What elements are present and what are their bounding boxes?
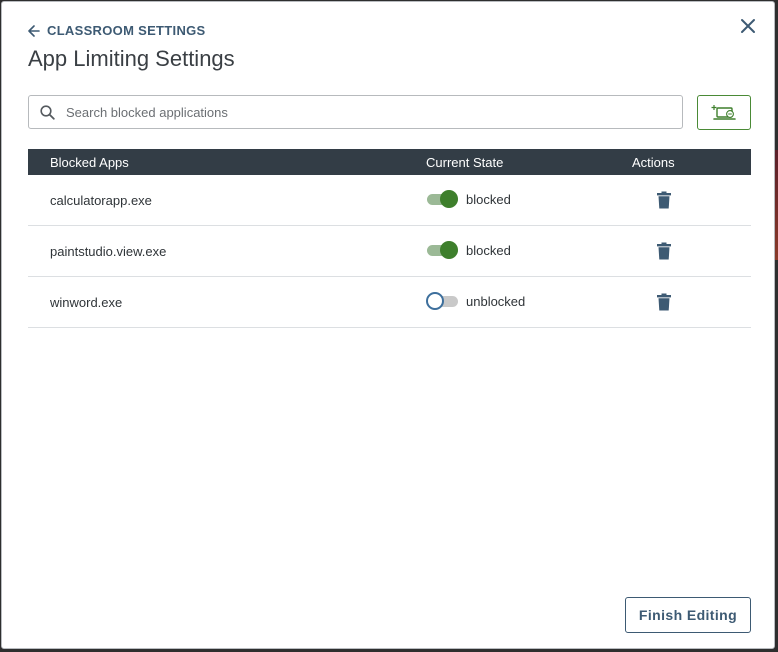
app-name: paintstudio.view.exe bbox=[50, 244, 167, 259]
trash-icon bbox=[657, 191, 671, 209]
toggle-knob bbox=[440, 190, 458, 208]
column-header-actions: Actions bbox=[632, 155, 675, 170]
state-toggle[interactable] bbox=[426, 240, 460, 260]
delete-button[interactable] bbox=[656, 293, 672, 311]
app-limiting-dialog: CLASSROOM SETTINGS App Limiting Settings… bbox=[1, 1, 775, 649]
state-label: blocked bbox=[466, 242, 511, 258]
state-cell: blocked bbox=[426, 240, 511, 260]
table-row: paintstudio.view.exe blocked bbox=[28, 226, 751, 277]
column-header-current-state[interactable]: Current State bbox=[426, 155, 503, 170]
add-app-button[interactable] bbox=[697, 95, 751, 130]
finish-editing-button[interactable]: Finish Editing bbox=[625, 597, 751, 633]
state-cell: blocked bbox=[426, 189, 511, 209]
arrow-left-icon bbox=[28, 24, 40, 37]
delete-button[interactable] bbox=[656, 191, 672, 209]
table-row: winword.exe unblocked bbox=[28, 277, 751, 328]
column-header-blocked-apps[interactable]: Blocked Apps bbox=[50, 155, 129, 170]
toggle-knob bbox=[440, 241, 458, 259]
trash-icon bbox=[657, 242, 671, 260]
table-header: Blocked Apps Current State Actions bbox=[28, 149, 751, 175]
close-button[interactable] bbox=[738, 16, 758, 36]
back-to-classroom-settings-link[interactable]: CLASSROOM SETTINGS bbox=[28, 23, 206, 38]
table-row: calculatorapp.exe blocked bbox=[28, 175, 751, 226]
state-label: blocked bbox=[466, 191, 511, 207]
back-link-label: CLASSROOM SETTINGS bbox=[47, 23, 206, 38]
delete-button[interactable] bbox=[656, 242, 672, 260]
state-toggle[interactable] bbox=[426, 291, 460, 311]
trash-icon bbox=[657, 293, 671, 311]
add-laptop-icon bbox=[711, 104, 736, 120]
state-toggle[interactable] bbox=[426, 189, 460, 209]
state-label: unblocked bbox=[466, 293, 526, 309]
close-icon bbox=[741, 19, 755, 33]
blocked-apps-table: Blocked Apps Current State Actions calcu… bbox=[28, 149, 751, 328]
state-cell: unblocked bbox=[426, 291, 525, 311]
search-field[interactable] bbox=[28, 95, 683, 129]
app-name: calculatorapp.exe bbox=[50, 193, 152, 208]
search-icon bbox=[40, 104, 55, 120]
page-title: App Limiting Settings bbox=[28, 46, 235, 71]
app-name: winword.exe bbox=[50, 295, 123, 310]
toggle-knob bbox=[426, 292, 444, 310]
search-input[interactable] bbox=[64, 103, 658, 121]
